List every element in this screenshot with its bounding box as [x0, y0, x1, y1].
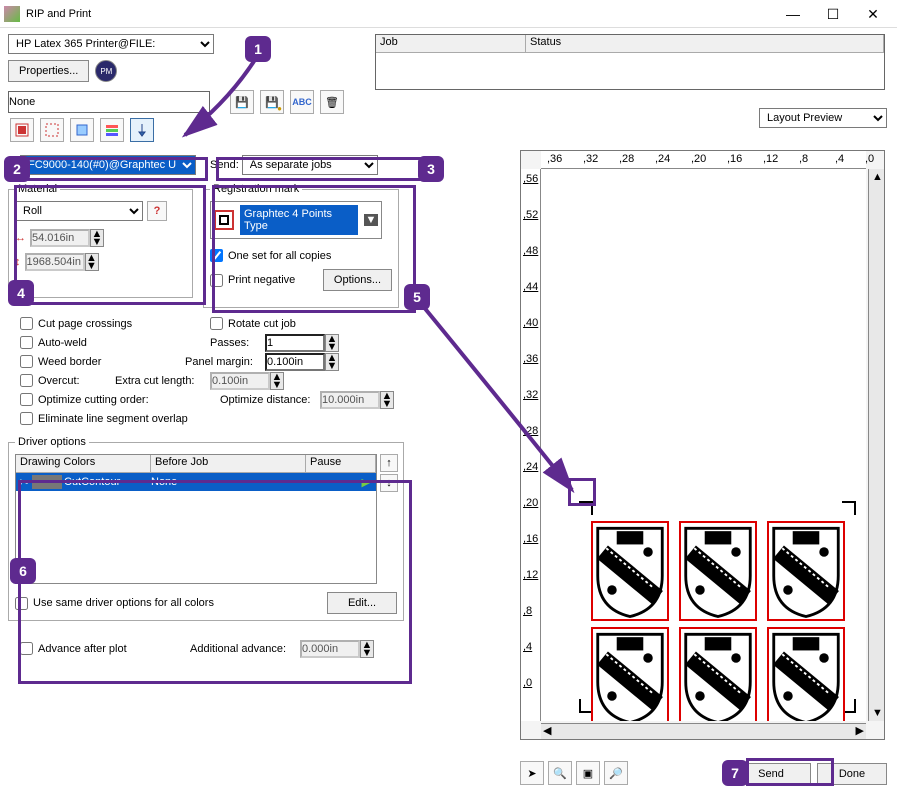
panel-margin-input[interactable]: [265, 353, 325, 371]
regmark-legend: Registration mark: [210, 183, 302, 195]
regmark-type[interactable]: Graphtec 4 Points Type: [240, 205, 358, 235]
pm-icon[interactable]: PM: [95, 60, 117, 82]
preview-shield: [591, 627, 669, 721]
cut-page-crossings-checkbox[interactable]: [20, 317, 33, 330]
width-icon: ↔: [15, 232, 26, 244]
minimize-button[interactable]: —: [773, 2, 813, 26]
pointer-icon[interactable]: ➤: [520, 761, 544, 785]
tab-icon-4[interactable]: [100, 118, 124, 142]
ruler-vertical: ,56,52 ,48,44 ,40,36 ,32,28 ,24,20 ,16,1…: [521, 169, 541, 721]
material-height[interactable]: [25, 253, 85, 271]
annotation-2: 2: [4, 156, 30, 182]
material-help-icon[interactable]: ?: [147, 201, 167, 221]
same-driver-opts-checkbox[interactable]: [15, 597, 28, 610]
height-icon: ↕: [15, 256, 21, 268]
preview-shield: [679, 521, 757, 621]
abc-icon[interactable]: ABC: [290, 90, 314, 114]
driver-row-cutcontour[interactable]: ✂ CutContour None ▶: [16, 473, 376, 491]
ruler-horizontal: ,36,32 ,28,24 ,20,16 ,12,8 ,4,0: [541, 151, 866, 169]
cutter-select[interactable]: FC9000-140(#0)@Graphtec USB: [20, 155, 196, 175]
send-label: Send:: [210, 159, 239, 171]
regmark-tr: [842, 501, 856, 515]
job-status-table: Job Status: [375, 34, 885, 90]
advance-after-plot-checkbox[interactable]: [20, 642, 33, 655]
additional-advance-input[interactable]: [300, 640, 360, 658]
layout-preview-select[interactable]: Layout Preview: [759, 108, 887, 128]
preview-shield: [767, 627, 845, 721]
annotation-3: 3: [418, 156, 444, 182]
driver-table[interactable]: Drawing Colors Before Job Pause ✂ CutCon…: [15, 454, 377, 584]
material-group: Material Roll ? ↔ ▲▼ ↕ ▲▼: [8, 183, 193, 298]
titlebar: RIP and Print — ☐ ✕: [0, 0, 897, 28]
zoom-in-icon[interactable]: 🔍: [548, 761, 572, 785]
preview-shield: [679, 627, 757, 721]
cut-settings-pane: FC9000-140(#0)@Graphtec USB Send: As sep…: [8, 155, 498, 745]
scrollbar-h[interactable]: ◀▶: [541, 723, 866, 739]
print-negative-checkbox[interactable]: [210, 274, 223, 287]
eliminate-overlap-checkbox[interactable]: [20, 412, 33, 425]
regmark-dropdown-icon[interactable]: ▼: [364, 214, 378, 226]
move-down-icon[interactable]: ↓: [380, 474, 398, 492]
auto-weld-checkbox[interactable]: [20, 336, 33, 349]
done-button[interactable]: Done: [817, 763, 887, 785]
save-icon[interactable]: 💾: [230, 90, 254, 114]
annotation-4: 4: [8, 280, 34, 306]
preview-shield: [591, 521, 669, 621]
send-mode-select[interactable]: As separate jobs: [242, 155, 378, 175]
material-type-select[interactable]: Roll: [15, 201, 143, 221]
scrollbar-v[interactable]: ▲▼: [868, 169, 884, 721]
properties-button[interactable]: Properties...: [8, 60, 89, 82]
annotation-1: 1: [245, 36, 271, 62]
optimize-distance-input[interactable]: [320, 391, 380, 409]
fit-icon[interactable]: ▣: [576, 761, 600, 785]
printer-select[interactable]: HP Latex 365 Printer@FILE:: [8, 34, 214, 54]
regmark-options-button[interactable]: Options...: [323, 269, 392, 291]
extra-cut-length-input[interactable]: [210, 372, 270, 390]
driver-options-group: Driver options Drawing Colors Before Job…: [8, 436, 404, 621]
profile-input[interactable]: [8, 91, 210, 113]
tab-icon-1[interactable]: [10, 118, 34, 142]
driver-edit-button[interactable]: Edit...: [327, 592, 397, 614]
window-title: RIP and Print: [26, 8, 773, 20]
zoom-all-icon[interactable]: 🔎: [604, 761, 628, 785]
tab-icon-3[interactable]: [70, 118, 94, 142]
overcut-checkbox[interactable]: [20, 374, 33, 387]
regmark-icon: [214, 210, 234, 230]
preview-pane: ,36,32 ,28,24 ,20,16 ,12,8 ,4,0 ,56,52 ,…: [520, 150, 885, 740]
regmark-group: Registration mark Graphtec 4 Points Type…: [203, 183, 399, 308]
move-up-icon[interactable]: ↑: [380, 454, 398, 472]
annotation-7: 7: [722, 760, 748, 786]
status-header: Status: [526, 35, 884, 52]
annotation-6: 6: [10, 558, 36, 584]
rotate-cut-job-checkbox[interactable]: [210, 317, 223, 330]
driver-legend: Driver options: [15, 436, 89, 448]
weed-border-checkbox[interactable]: [20, 355, 33, 368]
preview-canvas[interactable]: [541, 169, 866, 721]
delete-icon[interactable]: 🗑: [320, 90, 344, 114]
optimize-order-checkbox[interactable]: [20, 393, 33, 406]
one-set-checkbox[interactable]: [210, 249, 223, 262]
save-as-icon[interactable]: 💾●: [260, 90, 284, 114]
preview-shield: [767, 521, 845, 621]
regmark-tl: [579, 501, 593, 515]
material-width[interactable]: [30, 229, 90, 247]
app-icon: [4, 6, 20, 22]
passes-input[interactable]: [265, 334, 325, 352]
tab-icon-2[interactable]: [40, 118, 64, 142]
close-button[interactable]: ✕: [853, 2, 893, 26]
tab-icon-cutter[interactable]: [130, 118, 154, 142]
maximize-button[interactable]: ☐: [813, 2, 853, 26]
material-legend: Material: [15, 183, 60, 195]
annotation-5: 5: [404, 284, 430, 310]
preview-tools: ➤ 🔍 ▣ 🔎: [520, 761, 628, 785]
job-header: Job: [376, 35, 526, 52]
